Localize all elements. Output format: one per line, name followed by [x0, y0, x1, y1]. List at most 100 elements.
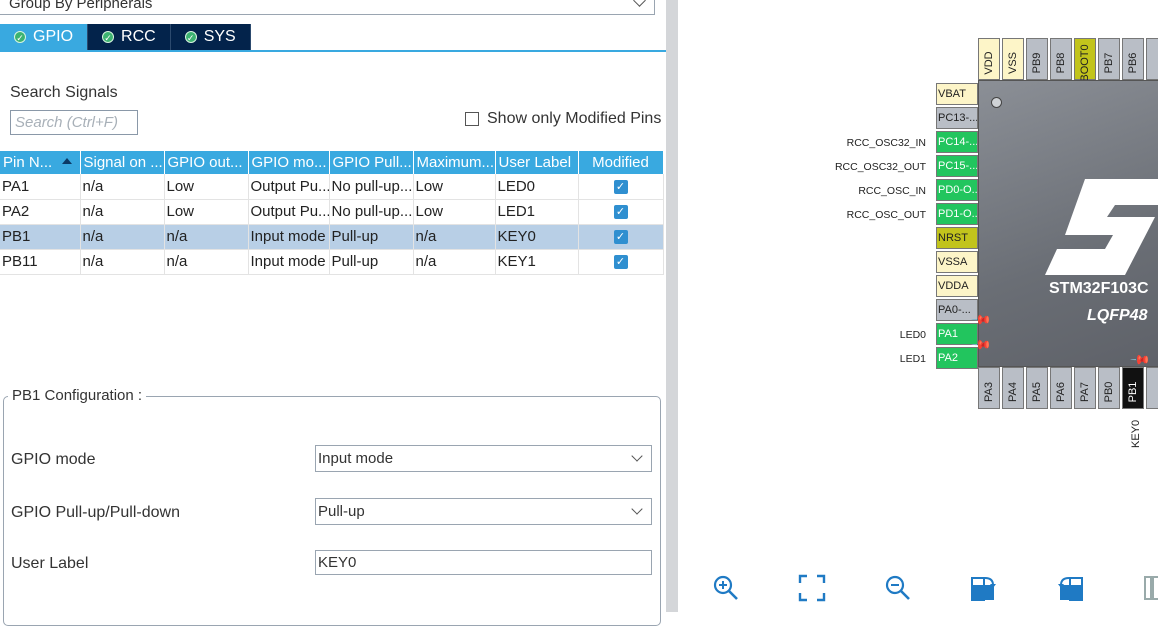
cell-max: n/a: [413, 224, 496, 250]
cell-modified: ✓: [578, 249, 664, 275]
show-modified-checkbox[interactable]: [465, 112, 479, 126]
pin-pb0[interactable]: PB0: [1098, 367, 1120, 409]
pin-label: PB1: [1127, 381, 1139, 403]
rotate-right-button[interactable]: [966, 572, 1002, 604]
col-header-modified[interactable]: Modified: [578, 151, 664, 174]
pin-table: Pin N... Signal on ... GPIO out... GPIO …: [0, 151, 664, 275]
col-header-gpio-mode[interactable]: GPIO mo...: [248, 151, 330, 174]
pin-vssa[interactable]: VSSA: [936, 251, 978, 273]
modified-checkbox[interactable]: ✓: [613, 230, 628, 245]
cell-signal: n/a: [80, 199, 165, 225]
signal-label-led0: LED0: [899, 329, 926, 341]
pin-label: PB8: [1055, 52, 1067, 74]
col-header-gpio-pull[interactable]: GPIO Pull...: [329, 151, 414, 174]
tab-rcc[interactable]: ✓ RCC: [88, 24, 171, 50]
rotate-left-button[interactable]: [1052, 572, 1088, 604]
cell-mode: Output Pu...: [248, 199, 330, 225]
pin-pa7[interactable]: PA7: [1074, 367, 1096, 409]
user-label-label: User Label: [11, 555, 89, 572]
chevron-down-icon: [631, 450, 643, 462]
cell-pull: Pull-up: [329, 224, 414, 250]
cell-modified: ✓: [578, 199, 664, 225]
cell-signal: n/a: [80, 224, 165, 250]
zoom-in-button[interactable]: [708, 572, 744, 604]
pin-vbat[interactable]: VBAT: [936, 83, 978, 105]
chip-view-toolbar: [708, 572, 1158, 604]
show-modified-toggle[interactable]: Show only Modified Pins: [465, 110, 661, 128]
modified-checkbox[interactable]: ✓: [613, 205, 628, 220]
cell-modified: ✓: [578, 224, 664, 250]
pin-pd1[interactable]: PD1-O...: [936, 203, 978, 225]
table-row-selected[interactable]: PB1 n/a n/a Input mode Pull-up n/a KEY0 …: [0, 224, 664, 250]
gpio-mode-select[interactable]: Input mode: [315, 445, 652, 472]
col-header-gpio-output[interactable]: GPIO out...: [164, 151, 249, 174]
modified-checkbox[interactable]: ✓: [613, 255, 628, 270]
check-circle-icon: ✓: [184, 31, 197, 43]
pin-pa3[interactable]: PA3: [978, 367, 1000, 409]
table-row[interactable]: PA1 n/a Low Output Pu... No pull-up... L…: [0, 174, 664, 200]
cell-mode: Input mode: [248, 224, 330, 250]
cell-pin: PB11: [0, 249, 81, 275]
pin-pb9[interactable]: PB9: [1026, 38, 1048, 80]
mcu-chip[interactable]: STM32F103C LQFP48: [978, 80, 1158, 367]
pin1-marker: [991, 97, 1002, 108]
tab-label: GPIO: [33, 28, 74, 45]
pin-nrst[interactable]: NRST: [936, 227, 978, 249]
pin-pa6[interactable]: PA6: [1050, 367, 1072, 409]
col-header-signal[interactable]: Signal on ...: [80, 151, 165, 174]
pin-label: VDD: [983, 51, 995, 75]
cell-label: LED1: [495, 199, 579, 225]
col-header-user-label[interactable]: User Label: [495, 151, 579, 174]
tab-gpio[interactable]: ✓ GPIO: [0, 24, 89, 50]
pin-pa4[interactable]: PA4: [1002, 367, 1024, 409]
fit-screen-button[interactable]: [794, 572, 830, 604]
pin-pb7[interactable]: PB7: [1098, 38, 1120, 80]
modified-checkbox[interactable]: ✓: [613, 179, 628, 194]
zoom-out-button[interactable]: [880, 572, 916, 604]
pin-vss[interactable]: VSS: [1002, 38, 1024, 80]
pin-bottom-extra[interactable]: [1146, 367, 1158, 409]
tab-sys[interactable]: ✓ SYS: [170, 24, 251, 50]
col-header-maximum[interactable]: Maximum...: [413, 151, 496, 174]
pin-configuration-group: PB1 Configuration : GPIO mode Input mode…: [3, 387, 661, 626]
cell-mode: Input mode: [248, 249, 330, 275]
col-header-pin[interactable]: Pin N...: [0, 151, 81, 174]
search-input[interactable]: [10, 110, 138, 135]
cell-max: Low: [413, 199, 496, 225]
pin-vdda[interactable]: VDDA: [936, 275, 978, 297]
cell-pin: PA1: [0, 174, 81, 200]
panel-toggle-button[interactable]: [1138, 572, 1158, 604]
pin-pb1[interactable]: PB1: [1122, 367, 1144, 409]
table-row[interactable]: PA2 n/a Low Output Pu... No pull-up... L…: [0, 199, 664, 225]
pin-pa5[interactable]: PA5: [1026, 367, 1048, 409]
pin-pa2[interactable]: PA2: [936, 347, 978, 369]
cell-signal: n/a: [80, 249, 165, 275]
chevron-down-icon: [631, 503, 643, 515]
pin-pb8[interactable]: PB8: [1050, 38, 1072, 80]
pin-top-extra[interactable]: [1146, 38, 1158, 80]
tab-label: SYS: [203, 28, 236, 45]
gpio-pull-select[interactable]: Pull-up: [315, 498, 652, 525]
pin-pd0[interactable]: PD0-O...: [936, 179, 978, 201]
pin-boot0[interactable]: BOOT0: [1074, 38, 1096, 82]
pin-pc14[interactable]: PC14-...: [936, 131, 978, 153]
pin-pb6[interactable]: PB6: [1122, 38, 1144, 80]
pin-vdd[interactable]: VDD: [978, 38, 1000, 80]
signal-label-key0: KEY0: [1130, 419, 1142, 448]
user-label-input[interactable]: [315, 550, 652, 575]
signal-label-rcc-osc-in: RCC_OSC_IN: [858, 185, 926, 197]
cell-pull: No pull-up...: [329, 174, 414, 200]
group-by-dropdown[interactable]: Group By Peripherals: [0, 0, 655, 15]
pin-pc13[interactable]: PC13-...: [936, 107, 978, 129]
signal-label-rcc-osc-out: RCC_OSC_OUT: [846, 209, 926, 221]
table-row[interactable]: PB11 n/a n/a Input mode Pull-up n/a KEY1…: [0, 249, 664, 275]
cell-mode: Output Pu...: [248, 174, 330, 200]
gpio-mode-label: GPIO mode: [11, 451, 96, 468]
chip-package: LQFP48: [1087, 307, 1148, 324]
panel-splitter[interactable]: [666, 0, 678, 612]
pin-pc15[interactable]: PC15-...: [936, 155, 978, 177]
peripheral-tabs: ✓ GPIO ✓ RCC ✓ SYS: [0, 24, 251, 50]
chip-view: VDD VSS PB9 PB8 BOOT0 PB7 PB6 VBAT PC13-…: [678, 0, 1158, 612]
cell-output: Low: [164, 199, 249, 225]
check-circle-icon: ✓: [14, 31, 26, 43]
